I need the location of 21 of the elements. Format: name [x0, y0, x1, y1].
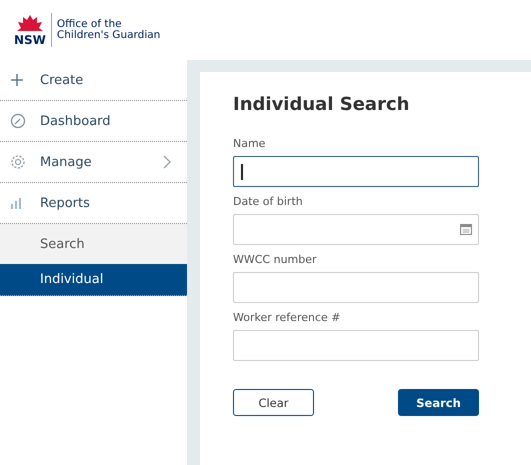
clear-button[interactable]: Clear: [233, 389, 314, 416]
field-label: WWCC number: [233, 253, 318, 266]
organisation-name: Office of the: [56, 19, 123, 30]
text-cursor-icon: [241, 164, 243, 180]
gauge-icon: [10, 113, 26, 129]
organisation-name: Children's Guardian: [56, 30, 160, 41]
input-field[interactable]: [233, 156, 479, 187]
chevron-right-icon: [163, 155, 171, 169]
settings-icon: [10, 154, 26, 170]
field-label: Name: [233, 137, 266, 150]
calendar-icon: [460, 224, 472, 235]
logo-mark: NSW: [14, 34, 46, 46]
field-label: Date of birth: [233, 195, 304, 208]
page-title: Individual Search: [233, 94, 410, 115]
bar-chart-icon: [10, 196, 24, 210]
nav-subitem[interactable]: Search: [0, 224, 187, 264]
plus-icon: [10, 73, 24, 87]
search-button[interactable]: Search: [398, 389, 479, 416]
field-label: Worker reference #: [233, 311, 342, 324]
nav-subitem[interactable]: Individual: [0, 264, 187, 296]
waratah-icon: [14, 14, 45, 34]
